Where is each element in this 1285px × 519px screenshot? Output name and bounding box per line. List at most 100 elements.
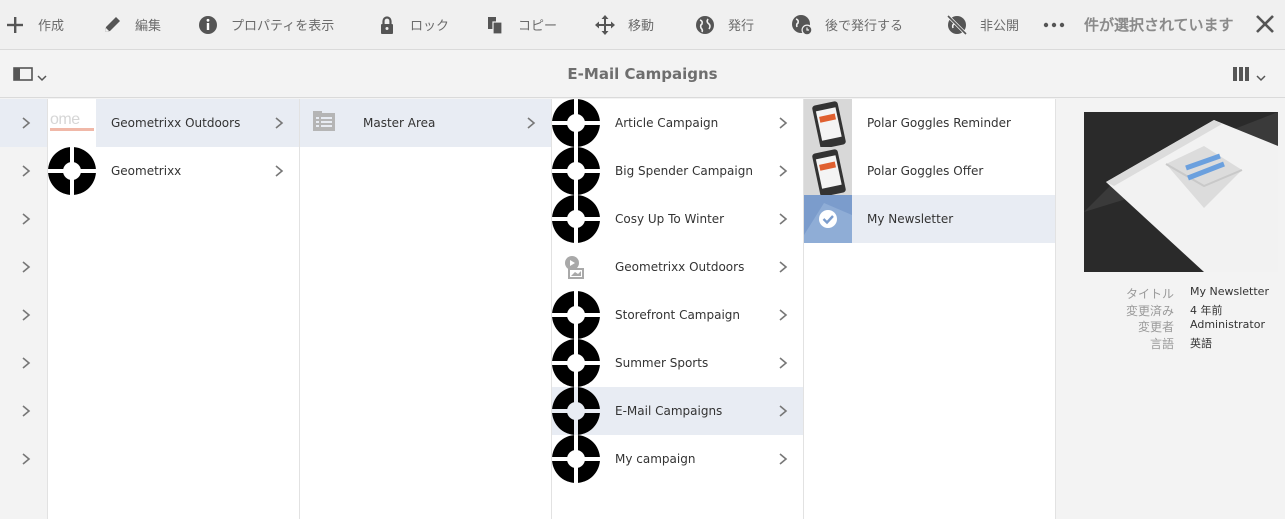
list-item-label: Article Campaign (615, 116, 719, 130)
publish-label: 発行 (728, 19, 755, 34)
chevron-right-icon (22, 213, 31, 225)
lock-button[interactable]: ロック (376, 0, 449, 50)
list-item-label: My Newsletter (867, 212, 954, 226)
publish-button[interactable]: 発行 (694, 0, 754, 50)
list-item[interactable]: Master Area (300, 99, 551, 147)
geometrixx-logo-icon (552, 147, 600, 195)
collapsed-row[interactable] (0, 387, 47, 435)
view-switcher-button[interactable] (1232, 66, 1266, 86)
list-item[interactable]: Geometrixx (48, 147, 299, 195)
list-item[interactable]: My Newsletter (804, 195, 1055, 243)
chevron-right-icon (22, 357, 31, 369)
chevron-right-icon (22, 309, 31, 321)
meta-key: 変更済み (1125, 303, 1174, 318)
move-button[interactable]: 移動 (594, 0, 654, 50)
collapsed-row[interactable] (0, 147, 47, 195)
collapsed-row[interactable] (0, 243, 47, 291)
chevron-right-icon (779, 165, 788, 177)
list-item[interactable]: My campaign (552, 435, 803, 483)
info-icon (197, 14, 219, 36)
geometrixx-logo-icon (48, 147, 96, 195)
rail-toggle-button[interactable] (13, 66, 47, 86)
folder-list-icon (300, 99, 348, 147)
newsletter-thumbnail (804, 195, 852, 243)
meta-row-language: 言語 英語 (1084, 335, 1284, 352)
checkmark-icon (804, 195, 852, 243)
list-item[interactable]: Geometrixx Outdoors (552, 243, 803, 291)
list-item-label: Geometrixx Outdoors (615, 260, 745, 274)
globe-off-icon (946, 14, 968, 36)
list-item-label: Big Spender Campaign (615, 164, 753, 178)
image-file-icon (552, 243, 600, 291)
page-title: E-Mail Campaigns (567, 65, 718, 83)
collapsed-row[interactable] (0, 339, 47, 387)
preview-thumbnail (1084, 112, 1278, 272)
column-collapsed-parents (0, 99, 48, 519)
phone-thumbnail (804, 99, 852, 147)
meta-value: My Newsletter (1190, 285, 1269, 298)
chevron-right-icon (779, 453, 788, 465)
list-item[interactable]: Cosy Up To Winter (552, 195, 803, 243)
list-item[interactable]: Polar Goggles Offer (804, 147, 1055, 195)
move-label: 移動 (628, 19, 655, 34)
edit-button[interactable]: 編集 (101, 0, 161, 50)
view-properties-button[interactable]: プロパティを表示 (197, 0, 334, 50)
lock-icon (376, 14, 398, 36)
meta-row-title: タイトル My Newsletter (1084, 285, 1284, 302)
list-item[interactable]: Article Campaign (552, 99, 803, 147)
more-actions-button[interactable] (1043, 0, 1065, 50)
chevron-down-icon (37, 67, 47, 86)
chevron-right-icon (779, 405, 788, 417)
edit-label: 編集 (135, 19, 162, 34)
chevron-right-icon (22, 405, 31, 417)
geometrixx-logo-icon (552, 195, 600, 243)
create-label: 作成 (38, 19, 65, 34)
preview-metadata: タイトル My Newsletter 変更済み 4 年前 変更者 Adminis… (1084, 285, 1284, 351)
meta-key: 変更者 (1137, 320, 1174, 334)
unpublish-label: 非公開 (980, 19, 1020, 34)
chevron-right-icon (22, 453, 31, 465)
list-item[interactable]: Summer Sports (552, 339, 803, 387)
list-item-label: E-Mail Campaigns (615, 404, 723, 418)
list-item[interactable]: Storefront Campaign (552, 291, 803, 339)
geometrixx-logo-icon (552, 339, 600, 387)
pencil-icon (101, 14, 123, 36)
move-icon (594, 14, 616, 36)
geometrixx-logo-icon (552, 387, 600, 435)
publish-later-button[interactable]: 後で発行する (791, 0, 903, 50)
globe-clock-icon (791, 14, 813, 36)
meta-value: 英語 (1190, 336, 1212, 350)
column-areas: Master Area (300, 99, 552, 519)
copy-button[interactable]: コピー (484, 0, 557, 50)
column-newsletters: Polar Goggles Reminder Polar Goggles Off… (804, 99, 1056, 519)
create-button[interactable]: 作成 (4, 0, 64, 50)
copy-icon (484, 14, 506, 36)
collapsed-row[interactable] (0, 291, 47, 339)
view-properties-label: プロパティを表示 (231, 19, 335, 34)
title-bar: E-Mail Campaigns (0, 50, 1285, 98)
chevron-right-icon (779, 117, 788, 129)
chevron-right-icon (527, 117, 536, 129)
site-logo-thumbnail: ome (48, 99, 96, 147)
lock-label: ロック (410, 19, 450, 34)
meta-key: タイトル (1125, 287, 1174, 301)
chevron-right-icon (22, 165, 31, 177)
more-icon (1043, 14, 1065, 36)
collapsed-row[interactable] (0, 435, 47, 483)
meta-row-modified-by: 変更者 Administrator (1084, 318, 1284, 335)
column-sites: ome Geometrixx Outdoors Geometrixx (48, 99, 300, 519)
chevron-right-icon (779, 261, 788, 273)
list-item[interactable]: Big Spender Campaign (552, 147, 803, 195)
collapsed-row[interactable] (0, 99, 47, 147)
thumbnail-logo-text: ome (50, 111, 80, 128)
chevron-right-icon (779, 357, 788, 369)
list-item-label: Polar Goggles Reminder (867, 116, 1011, 130)
chevron-right-icon (22, 117, 31, 129)
close-icon[interactable] (1254, 13, 1276, 35)
collapsed-row[interactable] (0, 195, 47, 243)
unpublish-button[interactable]: 非公開 (946, 0, 1019, 50)
list-item[interactable]: E-Mail Campaigns (552, 387, 803, 435)
rail-toggle-icon (13, 66, 33, 86)
list-item[interactable]: ome Geometrixx Outdoors (48, 99, 299, 147)
list-item[interactable]: Polar Goggles Reminder (804, 99, 1055, 147)
